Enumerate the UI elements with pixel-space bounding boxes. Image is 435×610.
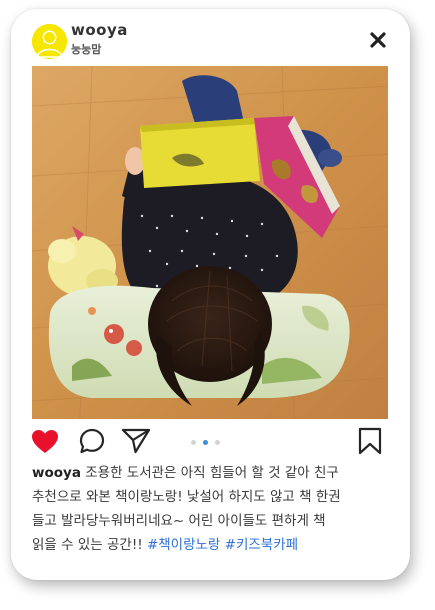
close-icon[interactable] bbox=[367, 29, 389, 51]
caption-line-4: 읽을 수 있는 공간!! bbox=[32, 537, 147, 553]
comment-icon[interactable] bbox=[79, 428, 105, 458]
hashtag-link[interactable]: #키즈북카페 bbox=[225, 537, 298, 553]
caption-line-2: 추천으로 와본 책이랑노랑! 낯설어 하지도 않고 책 한권 bbox=[32, 489, 341, 505]
user-avatar-icon[interactable] bbox=[32, 24, 67, 59]
heart-icon[interactable] bbox=[31, 429, 59, 459]
carousel-dot-active bbox=[203, 440, 208, 445]
hashtag-link[interactable]: #책이랑노랑 bbox=[147, 537, 220, 553]
caption-line-3: 들고 발라당누워버리네요~ 어린 아이들도 편하게 책 bbox=[32, 513, 326, 529]
post-username[interactable]: wooya bbox=[71, 21, 128, 39]
carousel-dot bbox=[215, 440, 220, 445]
post-caption: wooya 조용한 도서관은 아직 힘들어 할 것 같아 친구 추천으로 와본 … bbox=[32, 461, 394, 557]
post-subname: 눙눙맘 bbox=[71, 43, 102, 56]
bookmark-icon[interactable] bbox=[358, 427, 382, 459]
post-header: wooya 눙눙맘 bbox=[11, 9, 410, 67]
instagram-post-card: wooya 눙눙맘 wooya 조용한 도서관은 아직 힘들어 할 것 같아 친… bbox=[11, 9, 410, 580]
carousel-dot bbox=[191, 440, 196, 445]
post-photo[interactable] bbox=[32, 66, 388, 419]
caption-username[interactable]: wooya bbox=[32, 465, 81, 481]
caption-line-1: 조용한 도서관은 아직 힘들어 할 것 같아 친구 bbox=[80, 465, 339, 481]
post-actions-bar bbox=[11, 425, 410, 461]
carousel-indicator bbox=[191, 440, 231, 448]
paper-plane-icon[interactable] bbox=[121, 428, 151, 458]
